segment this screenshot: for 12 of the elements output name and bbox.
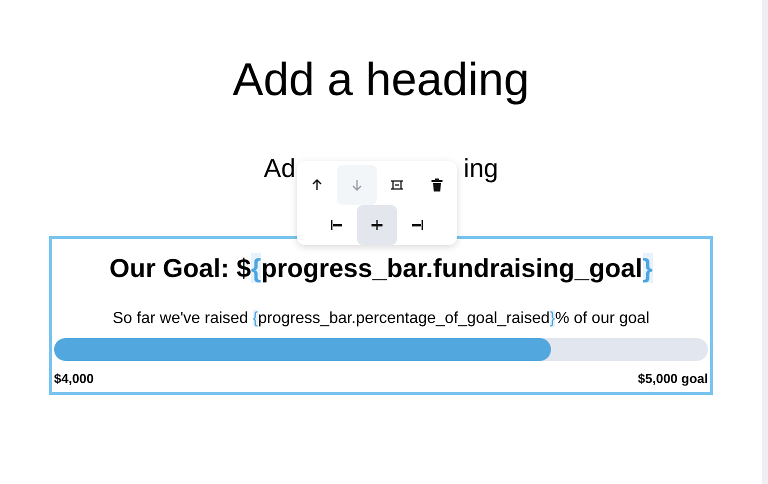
align-center-icon [368, 217, 385, 233]
goal-title: Our Goal: ${progress_bar.fundraising_goal} [109, 253, 653, 283]
trash-icon [428, 177, 445, 193]
align-center-button[interactable] [356, 205, 397, 245]
subheading: ing [464, 153, 498, 184]
heading: Add a heading [232, 52, 530, 106]
start-amount: $4,000 [54, 371, 94, 386]
raised-text: So far we've raised {progress_bar.percentage_of_goal_raised}% of our goal [112, 310, 650, 327]
progress-block[interactable]: Our Goal: ${progress_bar.fundraising_goal} So far we've raised {progress_bar.percentage_of_goal_raised}% of our goal $4,000 $5,000 goal [49, 236, 713, 395]
subheading: Ad [264, 153, 296, 184]
align-left-icon [328, 217, 345, 233]
goal-amount: $5,000 goal [638, 371, 708, 386]
